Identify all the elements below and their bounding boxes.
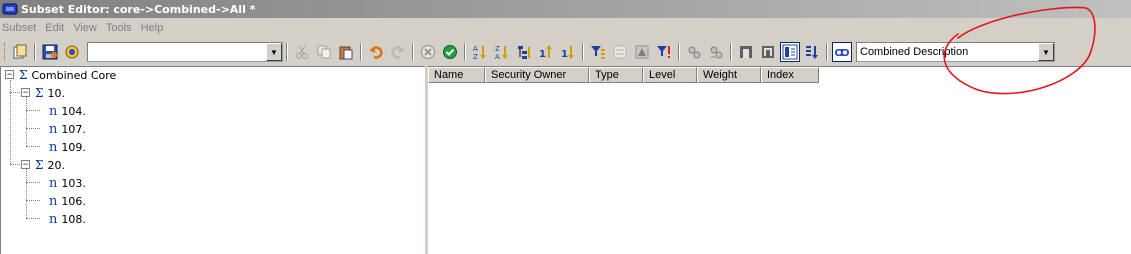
svg-text:1: 1 — [561, 49, 568, 60]
ok-icon[interactable] — [440, 42, 460, 62]
save-icon[interactable] — [40, 42, 60, 62]
menu-subset[interactable]: Subset — [0, 22, 42, 34]
collapse-all-icon[interactable] — [706, 42, 726, 62]
svg-text:A: A — [473, 45, 478, 53]
column-header-security-owner[interactable]: Security Owner — [485, 67, 589, 83]
consolidated-element-icon: Σ — [19, 68, 28, 82]
sort-index-ascending-icon[interactable]: 1 — [536, 42, 556, 62]
tree-node-leaf[interactable]: n 108. — [49, 210, 86, 228]
column-header-level[interactable]: Level — [643, 67, 697, 83]
numeric-element-icon: n — [49, 193, 58, 209]
filter-by-data-icon[interactable] — [632, 42, 652, 62]
window-title: Subset Editor: core->Combined->All * — [21, 2, 256, 16]
consolidated-element-icon: Σ — [35, 158, 44, 172]
sort-ascending-icon[interactable]: AZ — [470, 42, 490, 62]
tree-node-label: 107. — [61, 122, 86, 136]
filter-by-attribute-icon[interactable] — [610, 42, 630, 62]
tree-node-leaf[interactable]: n 109. — [49, 138, 86, 156]
toolbar-separator — [730, 43, 732, 61]
subset-editor-window: Subset Editor: core->Combined->All * Sub… — [0, 0, 1131, 254]
tree-node-label: 106. — [61, 194, 86, 208]
save-as-icon[interactable] — [62, 42, 82, 62]
tree-connector — [26, 218, 40, 219]
toolbar-separator — [582, 43, 584, 61]
toolbar-separator — [464, 43, 466, 61]
collapse-icon[interactable]: − — [21, 160, 30, 169]
svg-text:Z: Z — [473, 53, 478, 60]
tree-connector — [26, 146, 40, 147]
tree-node-label: 109. — [61, 140, 86, 154]
tree-node-leaf[interactable]: n 103. — [49, 174, 86, 192]
numeric-element-icon: n — [49, 139, 58, 155]
tree-node-leaf[interactable]: n 104. — [49, 102, 86, 120]
tree-node-label: 103. — [61, 176, 86, 190]
tree-node-label: 108. — [61, 212, 86, 226]
tree-connector — [26, 182, 40, 183]
column-header-type[interactable]: Type — [589, 67, 643, 83]
svg-text:A: A — [495, 53, 500, 60]
tree-node-label: 104. — [61, 104, 86, 118]
toolbar-separator — [412, 43, 414, 61]
menu-edit[interactable]: Edit — [42, 22, 70, 34]
toolbar-separator — [678, 43, 680, 61]
tree-node-label: 10. — [47, 86, 65, 100]
keep-icon[interactable] — [736, 42, 756, 62]
tree-node-leaf[interactable]: n 107. — [49, 120, 86, 138]
tree-connector — [26, 128, 40, 129]
toolbar-separator — [34, 43, 36, 61]
subset-combo[interactable]: ▼ — [87, 42, 283, 62]
menu-view[interactable]: View — [70, 22, 103, 34]
tree-node-group[interactable]: Σ 10. — [35, 84, 65, 102]
tree-node-label: Combined Core — [31, 68, 117, 82]
filter-by-level-icon[interactable] — [588, 42, 608, 62]
tree-node-label: 20. — [47, 158, 65, 172]
consolidated-element-icon: Σ — [35, 86, 44, 100]
properties-window-icon[interactable] — [780, 42, 800, 62]
tree-connector — [26, 97, 27, 146]
hierarchy-sort-icon[interactable] — [514, 42, 534, 62]
tree-connector — [26, 200, 40, 201]
column-header-weight[interactable]: Weight — [697, 67, 761, 83]
numeric-element-icon: n — [49, 211, 58, 227]
alias-toggle-icon[interactable] — [832, 42, 852, 62]
toolbar-grip[interactable] — [4, 43, 7, 61]
insert-subset-icon[interactable] — [802, 42, 822, 62]
expand-all-icon[interactable] — [684, 42, 704, 62]
sort-descending-icon[interactable]: ZA — [492, 42, 512, 62]
collapse-icon[interactable]: − — [21, 88, 30, 97]
svg-text:1: 1 — [539, 49, 546, 60]
menu-tools[interactable]: Tools — [103, 22, 138, 34]
app-icon — [2, 2, 18, 16]
copy-icon[interactable] — [314, 42, 334, 62]
undo-icon[interactable] — [366, 42, 386, 62]
toolbar-separator — [286, 43, 288, 61]
tree-connector — [26, 110, 40, 111]
numeric-element-icon: n — [49, 103, 58, 119]
numeric-element-icon: n — [49, 175, 58, 191]
collapse-icon[interactable]: − — [5, 70, 14, 79]
filter-by-expression-icon[interactable] — [654, 42, 674, 62]
subset-tree[interactable]: − Σ Combined Core − Σ 10. n 104. n 107. … — [0, 66, 425, 254]
cut-icon[interactable] — [292, 42, 312, 62]
paste-icon[interactable] — [336, 42, 356, 62]
sort-index-descending-icon[interactable]: 1 — [558, 42, 578, 62]
numeric-element-icon: n — [49, 121, 58, 137]
column-header-index[interactable]: Index — [761, 67, 819, 83]
delete-icon[interactable] — [758, 42, 778, 62]
redo-icon[interactable] — [388, 42, 408, 62]
tree-connector — [26, 169, 27, 218]
tree-node-leaf[interactable]: n 106. — [49, 192, 86, 210]
tree-node-group[interactable]: Σ 20. — [35, 156, 65, 174]
annotation-circle — [943, 6, 1096, 95]
menu-help[interactable]: Help — [138, 22, 170, 34]
open-subset-icon[interactable] — [10, 42, 30, 62]
chevron-down-icon[interactable]: ▼ — [266, 43, 282, 61]
tree-node-root[interactable]: Σ Combined Core — [19, 66, 116, 84]
cancel-icon[interactable] — [418, 42, 438, 62]
toolbar-separator — [826, 43, 828, 61]
svg-text:Z: Z — [495, 45, 500, 53]
column-header-name[interactable]: Name — [428, 67, 485, 83]
toolbar-separator — [360, 43, 362, 61]
